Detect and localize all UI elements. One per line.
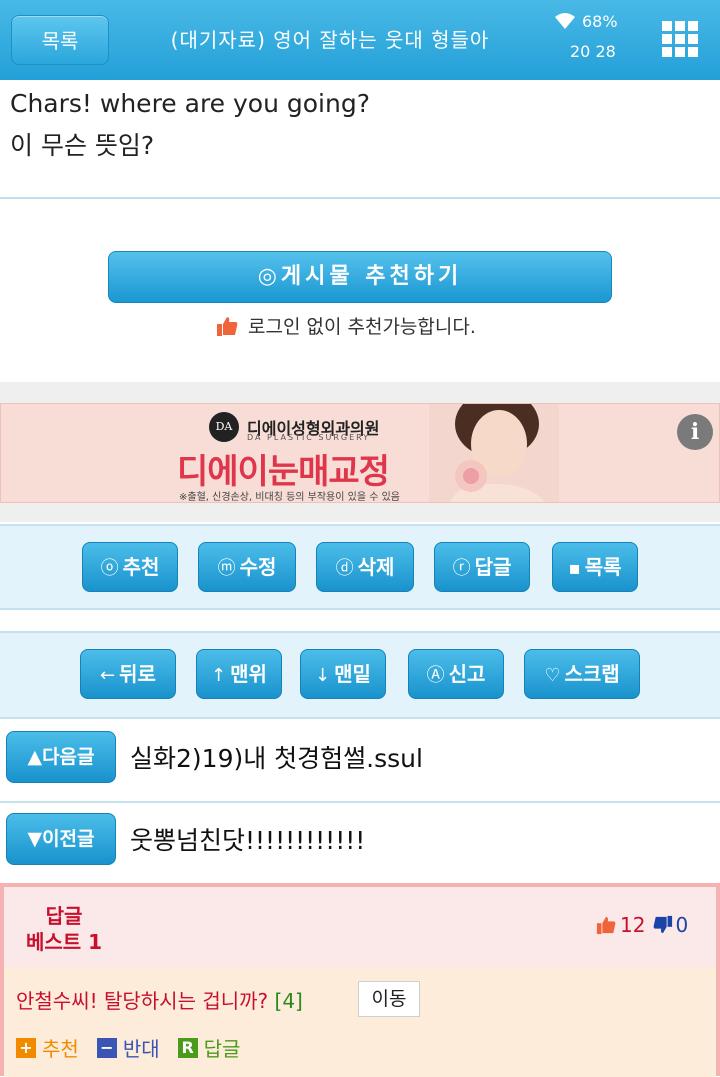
reply-r-icon: R xyxy=(177,1037,198,1058)
post-line: Chars! where are you going? xyxy=(10,89,370,118)
top-button[interactable]: ↑ 맨위 xyxy=(196,649,282,699)
best-reply-body: 안철수씨! 탈당하시는 겁니까? [4] 이동 + 추천 − 반대 R 답글 xyxy=(4,967,716,1077)
minus-icon: − xyxy=(96,1037,117,1058)
recommend-icon: ⓞ xyxy=(100,558,119,579)
ad-banner[interactable]: DA 디에이성형외과의원 DA PLASTIC SURGERY 디에이눈매교정 … xyxy=(0,403,720,503)
button-label: 신고 xyxy=(448,662,486,686)
reply-icon: ⓡ xyxy=(452,558,471,579)
plus-icon: + xyxy=(16,1037,36,1058)
best-label-line: 베스트 1 xyxy=(26,930,103,954)
divider xyxy=(0,197,720,199)
button-label: 추천 xyxy=(122,555,160,579)
best-label-line: 답글 xyxy=(45,904,83,928)
ad-info-icon[interactable]: i xyxy=(677,414,713,450)
clock: 20 28 xyxy=(570,42,616,61)
reply-oppose-button[interactable]: − 반대 xyxy=(96,1033,160,1062)
scrap-button[interactable]: ♡ 스크랩 xyxy=(524,649,640,699)
prev-post-title[interactable]: 웃뽕넘친닷!!!!!!!!!!!! xyxy=(130,821,365,857)
login-note: 로그인 없이 추천가능합니다. xyxy=(216,312,476,339)
action-label: 반대 xyxy=(122,1037,160,1061)
best-reply-text[interactable]: 안철수씨! 탈당하시는 겁니까? [4] xyxy=(16,985,303,1014)
button-label: 수정 xyxy=(239,555,277,579)
menu-grid-icon[interactable] xyxy=(662,21,698,57)
button-label: 뒤로 xyxy=(119,662,156,686)
reply-reply-button[interactable]: R 답글 xyxy=(177,1033,241,1062)
best-reply-label: 답글 베스트 1 xyxy=(26,903,102,955)
thumb-up-icon xyxy=(217,316,238,336)
report-icon: Ⓐ xyxy=(426,665,445,686)
prev-post-button[interactable]: ▼이전글 xyxy=(6,813,116,865)
arrow-down-icon: ↓ xyxy=(315,665,331,686)
clinic-logo: DA xyxy=(209,412,239,442)
back-button[interactable]: ← 뒤로 xyxy=(80,649,176,699)
button-label: 스크랩 xyxy=(564,662,620,686)
top-bar: 목록 (대기자료) 영어 잘하는 웃대 형들아 68% 20 28 xyxy=(0,0,720,80)
ad-headline: 디에이눈매교정 xyxy=(177,452,390,492)
reply-count: [4] xyxy=(274,989,303,1013)
recommend-button[interactable]: ⓞ 추천 xyxy=(82,542,178,592)
edit-icon: ⓜ xyxy=(217,558,236,579)
navigation-actions: ← 뒤로 ↑ 맨위 ↓ 맨밑 Ⓐ 신고 ♡ 스크랩 xyxy=(0,631,720,719)
reply-button[interactable]: ⓡ 답글 xyxy=(434,542,530,592)
thumb-up-icon xyxy=(596,916,616,935)
list-button[interactable]: 목록 xyxy=(11,15,109,65)
next-post-row[interactable]: ▲다음글 실화2)19)내 첫경험썰.ssul xyxy=(0,719,720,803)
list-bottom-button[interactable]: ▪ 목록 xyxy=(552,542,638,592)
edit-button[interactable]: ⓜ 수정 xyxy=(198,542,296,592)
next-post-button[interactable]: ▲다음글 xyxy=(6,731,116,783)
vote-counts: 12 0 xyxy=(596,913,688,937)
post-line: 이 무슨 뜻임? xyxy=(10,131,155,160)
back-arrow-icon: ← xyxy=(100,665,116,686)
arrow-up-icon: ↑ xyxy=(211,665,227,686)
delete-button[interactable]: ⓓ 삭제 xyxy=(316,542,414,592)
delete-icon: ⓓ xyxy=(335,558,354,579)
down-count: 0 xyxy=(675,913,689,937)
button-label: 답글 xyxy=(474,555,512,579)
ad-model-image xyxy=(429,404,559,502)
reply-recommend-button[interactable]: + 추천 xyxy=(16,1033,79,1062)
prev-post-row[interactable]: ▼이전글 웃뽕넘친닷!!!!!!!!!!!! xyxy=(0,801,720,885)
move-button[interactable]: 이동 xyxy=(358,981,420,1017)
reply-text: 안철수씨! 탈당하시는 겁니까? xyxy=(16,989,269,1013)
next-post-title[interactable]: 실화2)19)내 첫경험썰.ssul xyxy=(130,739,423,775)
list-icon: ▪ xyxy=(568,558,581,579)
wifi-icon xyxy=(555,13,575,29)
battery-level: 68% xyxy=(582,12,618,31)
best-reply: 답글 베스트 1 12 0 안철수씨! 탈당하시는 겁니까? [4] 이동 + … xyxy=(0,883,720,1077)
up-count: 12 xyxy=(620,913,646,937)
page-title: (대기자료) 영어 잘하는 웃대 형들아 xyxy=(170,28,490,52)
recommend-post-button[interactable]: ◎게시물 추천하기 xyxy=(108,251,612,303)
button-label: 맨밑 xyxy=(334,662,371,686)
report-button[interactable]: Ⓐ 신고 xyxy=(408,649,504,699)
login-note-text: 로그인 없이 추천가능합니다. xyxy=(248,316,476,338)
ad-disclaimer: ※출혈, 신경손상, 비대칭 등의 부작용이 있을 수 있음 xyxy=(179,492,400,503)
thumb-down-icon xyxy=(654,915,673,934)
button-label: 맨위 xyxy=(230,662,267,686)
best-reply-actions: + 추천 − 반대 R 답글 xyxy=(16,1033,258,1062)
post-content: Chars! where are you going? 이 무슨 뜻임? xyxy=(10,83,370,167)
best-reply-header: 답글 베스트 1 12 0 xyxy=(4,887,716,967)
heart-icon: ♡ xyxy=(544,665,561,686)
action-label: 답글 xyxy=(203,1037,241,1061)
post-actions: ⓞ 추천 ⓜ 수정 ⓓ 삭제 ⓡ 답글 ▪ 목록 xyxy=(0,524,720,610)
clinic-name-en: DA PLASTIC SURGERY xyxy=(247,433,371,442)
button-label: 삭제 xyxy=(357,555,395,579)
action-label: 추천 xyxy=(42,1037,79,1061)
bottom-button[interactable]: ↓ 맨밑 xyxy=(300,649,386,699)
button-label: 목록 xyxy=(584,555,622,579)
